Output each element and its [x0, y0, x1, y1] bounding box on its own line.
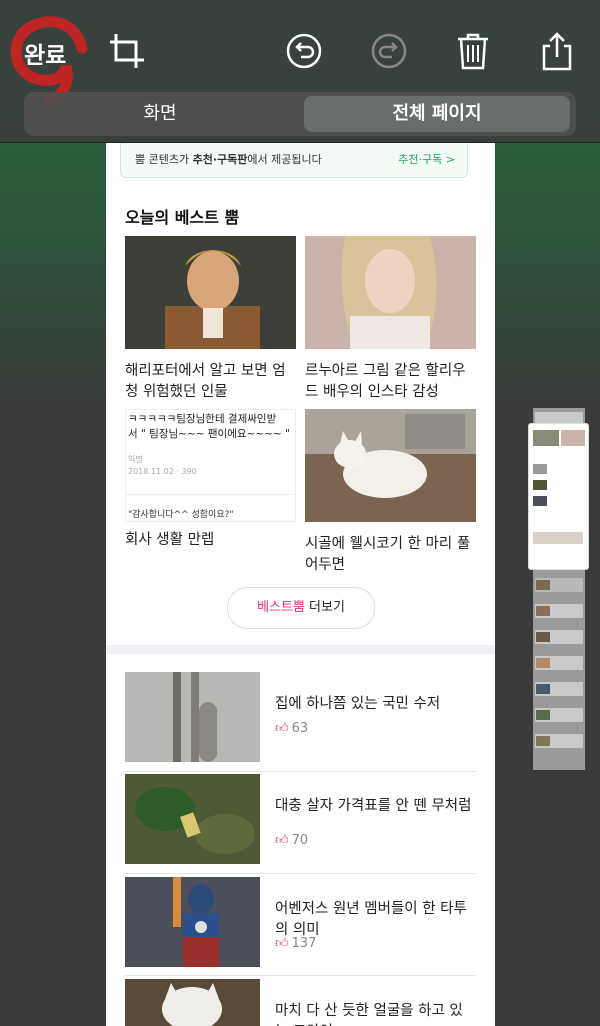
- best-thumb-text-capture: ㅋㅋㅋㅋㅋ팀장님한테 결제싸인받 서 " 팀장님~~~ 팬이에요~~~~ " 익…: [125, 409, 296, 522]
- crop-icon[interactable]: [106, 30, 148, 72]
- best-item[interactable]: 해리포터에서 알고 보면 엄청 위험했던 인물: [125, 236, 296, 403]
- segment-screen[interactable]: 화면: [30, 96, 290, 132]
- banner-text: 뿜 콘텐츠가 추천·구독판에서 제공됩니다: [135, 153, 322, 166]
- like-count: 👍︎ 70: [275, 833, 309, 848]
- done-button[interactable]: 완료: [10, 16, 94, 104]
- best-caption: 시골에 웰시코기 한 마리 풀어두면: [305, 536, 471, 573]
- recommend-banner[interactable]: 뿜 콘텐츠가 추천·구독판에서 제공됩니다 추천·구독 >: [120, 143, 468, 178]
- like-count: 👍︎ 63: [275, 721, 309, 736]
- capture-mode-segmented-control: 화면 전체 페이지: [24, 92, 576, 136]
- like-count: 👍︎ 137: [275, 936, 317, 951]
- trash-icon[interactable]: [452, 30, 494, 72]
- list-title: 마치 다 산 듯한 얼굴을 하고 있는 고양이: [275, 1003, 463, 1026]
- list-separator: [125, 873, 476, 874]
- redo-icon[interactable]: [368, 30, 410, 72]
- best-thumb-image: [305, 236, 476, 349]
- list-thumb-image: [125, 774, 260, 864]
- thumbs-up-icon: 👍︎: [275, 721, 289, 736]
- list-item[interactable]: 어벤저스 원년 멤버들이 한 타투의 의미 👍︎ 137: [125, 877, 476, 969]
- list-item[interactable]: 마치 다 산 듯한 얼굴을 하고 있는 고양이: [125, 979, 476, 1026]
- best-item[interactable]: ㅋㅋㅋㅋㅋ팀장님한테 결제싸인받 서 " 팀장님~~~ 팬이에요~~~~ " 익…: [125, 409, 296, 551]
- list-title: 어벤저스 원년 멤버들이 한 타투의 의미: [275, 901, 467, 938]
- minimap-viewport-window[interactable]: [528, 423, 589, 570]
- thumbs-up-icon: 👍︎: [275, 833, 289, 848]
- list-item[interactable]: 대충 살자 가격표를 안 뗀 무처럼 👍︎ 70: [125, 774, 476, 866]
- best-more-button[interactable]: 베스트뿜 더보기: [227, 587, 375, 629]
- screenshot-editor-toolbar: 완료 화면 전체 페이지: [0, 0, 600, 143]
- section-divider: [106, 645, 495, 654]
- list-thumb-image: [125, 672, 260, 762]
- segment-full-page[interactable]: 전체 페이지: [304, 96, 570, 132]
- done-label: 완료: [24, 43, 67, 69]
- thumbs-up-icon: 👍︎: [275, 936, 289, 951]
- share-icon[interactable]: [536, 30, 578, 72]
- best-caption: 르누아르 그림 같은 할리우드 배우의 인스타 감성: [305, 363, 466, 400]
- full-page-preview: 뿜 콘텐츠가 추천·구독판에서 제공됩니다 추천·구독 > 오늘의 베스트 뿜 …: [106, 143, 495, 1026]
- list-title: 대충 살자 가격표를 안 뗀 무처럼: [275, 798, 472, 814]
- list-separator: [125, 771, 476, 772]
- best-thumb-image: [125, 236, 296, 349]
- list-thumb-image: [125, 979, 260, 1026]
- best-thumb-image: [305, 409, 476, 522]
- list-thumb-image: [125, 877, 260, 967]
- best-caption: 회사 생활 만렙: [125, 532, 215, 548]
- best-item[interactable]: 르누아르 그림 같은 할리우드 배우의 인스타 감성: [305, 236, 476, 403]
- list-separator: [125, 975, 476, 976]
- best-item[interactable]: 시골에 웰시코기 한 마리 풀어두면: [305, 409, 476, 576]
- list-item[interactable]: 집에 하나쯤 있는 국민 수저 👍︎ 63: [125, 672, 476, 764]
- best-caption: 해리포터에서 알고 보면 엄청 위험했던 인물: [125, 363, 286, 400]
- best-section-title: 오늘의 베스트 뿜: [125, 208, 240, 227]
- undo-icon[interactable]: [283, 30, 325, 72]
- banner-link[interactable]: 추천·구독 >: [398, 151, 455, 167]
- list-title: 집에 하나쯤 있는 국민 수저: [275, 696, 441, 712]
